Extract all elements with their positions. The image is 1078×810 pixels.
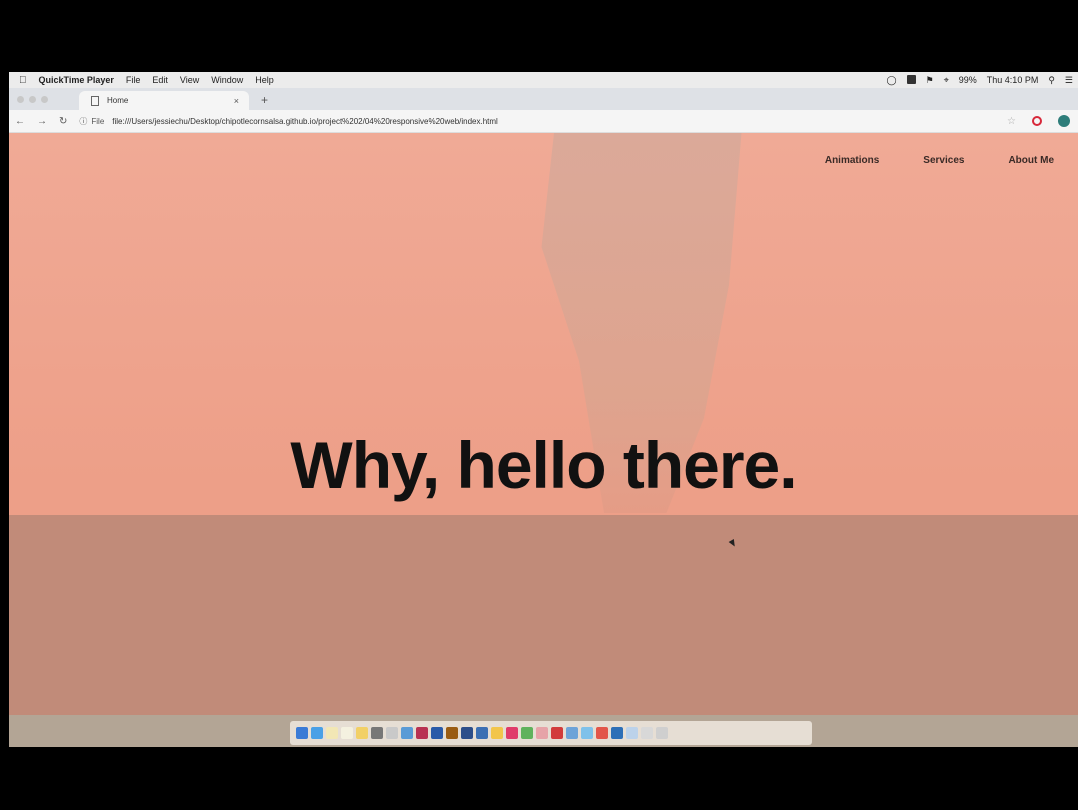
bluetooth-icon[interactable]: ◯ <box>882 75 902 86</box>
new-tab-button[interactable]: + <box>261 93 268 107</box>
illustrator-icon[interactable] <box>446 727 458 739</box>
quicktime-icon[interactable] <box>611 727 623 739</box>
app-store-icon[interactable] <box>401 727 413 739</box>
tab-close-icon[interactable]: × <box>234 96 239 106</box>
nav-link-animations[interactable]: Animations <box>825 155 879 166</box>
tab-title: Home <box>107 96 129 105</box>
site-nav: Animations Services About Me <box>825 155 1054 166</box>
finder-icon[interactable] <box>296 727 308 739</box>
indesign-icon[interactable] <box>416 727 428 739</box>
app-name-menu[interactable]: QuickTime Player <box>33 75 120 85</box>
screen:  QuickTime Player File Edit View Window… <box>9 72 1078 747</box>
screen-record-icon[interactable] <box>902 74 921 86</box>
nav-link-services[interactable]: Services <box>923 155 964 166</box>
menu-help[interactable]: Help <box>249 75 280 85</box>
menu-file[interactable]: File <box>120 75 147 85</box>
window-controls <box>17 96 48 103</box>
menu-view[interactable]: View <box>174 75 205 85</box>
forward-icon[interactable]: → <box>31 116 53 127</box>
keynote-icon[interactable] <box>536 727 548 739</box>
address-bar[interactable]: ⓘ File file:///Users/jessiechu/Desktop/c… <box>79 114 899 128</box>
notification-center-icon[interactable]: ☰ <box>1060 75 1078 86</box>
web-page: Animations Services About Me Why, hello … <box>9 133 1078 715</box>
background-floor <box>9 515 1078 715</box>
clock[interactable]: Thu 4:10 PM <box>982 75 1044 85</box>
hero-heading: Why, hello there. <box>290 428 797 503</box>
browser-toolbar: ← → ↻ ⓘ File file:///Users/jessiechu/Des… <box>9 110 1078 133</box>
document-icon <box>91 95 99 106</box>
browser-tab-home[interactable]: Home × <box>79 91 249 110</box>
spotlight-search-icon[interactable]: ⚲ <box>1043 75 1060 86</box>
reload-icon[interactable]: ↻ <box>53 116 73 127</box>
preview-icon[interactable] <box>566 727 578 739</box>
macos-dock <box>290 721 812 745</box>
calendar-icon[interactable] <box>341 727 353 739</box>
battery-percent[interactable]: 99% <box>954 75 982 85</box>
extensions-area: ☆ <box>1007 115 1070 127</box>
opera-extension-icon[interactable] <box>1032 116 1042 126</box>
maximize-window-icon[interactable] <box>41 96 48 103</box>
downloads-icon[interactable] <box>641 727 653 739</box>
menu-window[interactable]: Window <box>205 75 249 85</box>
messages-icon[interactable] <box>521 727 533 739</box>
close-window-icon[interactable] <box>17 96 24 103</box>
folder-icon[interactable] <box>626 727 638 739</box>
bookmark-star-icon[interactable]: ☆ <box>1007 116 1016 127</box>
lightroom-icon[interactable] <box>461 727 473 739</box>
acrobat-icon[interactable] <box>551 727 563 739</box>
menu-edit[interactable]: Edit <box>146 75 174 85</box>
sketch-icon[interactable] <box>491 727 503 739</box>
wifi-icon[interactable]: ⌖ <box>939 75 954 86</box>
stickies-icon[interactable] <box>356 727 368 739</box>
minimize-window-icon[interactable] <box>29 96 36 103</box>
photos-icon[interactable] <box>386 727 398 739</box>
invision-icon[interactable] <box>506 727 518 739</box>
notifications-icon[interactable]: ⚑ <box>921 75 939 86</box>
apple-icon[interactable]:  <box>9 75 33 86</box>
mail-icon[interactable] <box>581 727 593 739</box>
url-scheme: File <box>91 116 105 126</box>
photoshop-icon[interactable] <box>431 727 443 739</box>
nav-link-about-me[interactable]: About Me <box>1008 155 1054 166</box>
profile-avatar[interactable] <box>1058 115 1070 127</box>
url-text[interactable]: file:///Users/jessiechu/Desktop/chipotle… <box>112 117 498 126</box>
system-preferences-icon[interactable] <box>371 727 383 739</box>
safari-icon[interactable] <box>311 727 323 739</box>
macos-menu-bar:  QuickTime Player File Edit View Window… <box>9 72 1078 88</box>
info-icon[interactable]: ⓘ <box>79 116 87 127</box>
back-icon[interactable]: ← <box>9 116 31 127</box>
chrome-icon[interactable] <box>596 727 608 739</box>
xd-icon[interactable] <box>476 727 488 739</box>
notes-icon[interactable] <box>326 727 338 739</box>
trash-icon[interactable] <box>656 727 668 739</box>
browser-tab-bar: Home × + <box>9 88 1078 110</box>
